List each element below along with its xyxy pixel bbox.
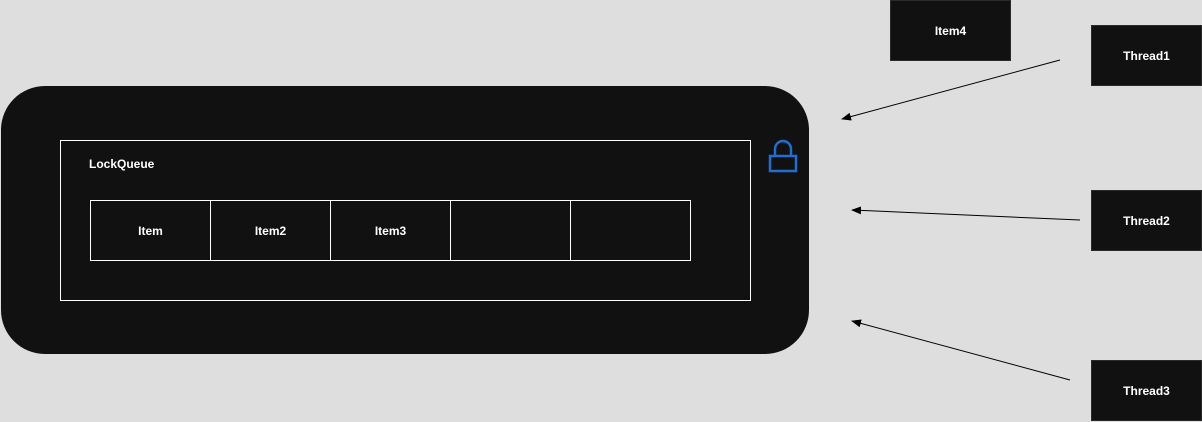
thread-2-box: Thread2	[1091, 190, 1202, 251]
queue-slot-1: Item	[90, 200, 211, 261]
queue-slot-4	[450, 200, 571, 261]
queue-label: LockQueue	[89, 157, 155, 171]
queue-slot-3: Item3	[330, 200, 451, 261]
diagram-canvas: LockQueue Item Item2 Item3 Item4 Thread1…	[0, 0, 1202, 422]
thread-1-arrow	[841, 59, 1061, 121]
thread-1-box: Thread1	[1091, 25, 1202, 86]
thread-3-box: Thread3	[1091, 360, 1202, 421]
queue-slot-2: Item2	[210, 200, 331, 261]
queue-slot-5	[570, 200, 691, 261]
thread-3-arrow	[851, 319, 1071, 381]
lock-icon	[768, 139, 798, 173]
pending-item-box: Item4	[890, 0, 1011, 61]
thread-2-arrow	[851, 206, 1081, 221]
